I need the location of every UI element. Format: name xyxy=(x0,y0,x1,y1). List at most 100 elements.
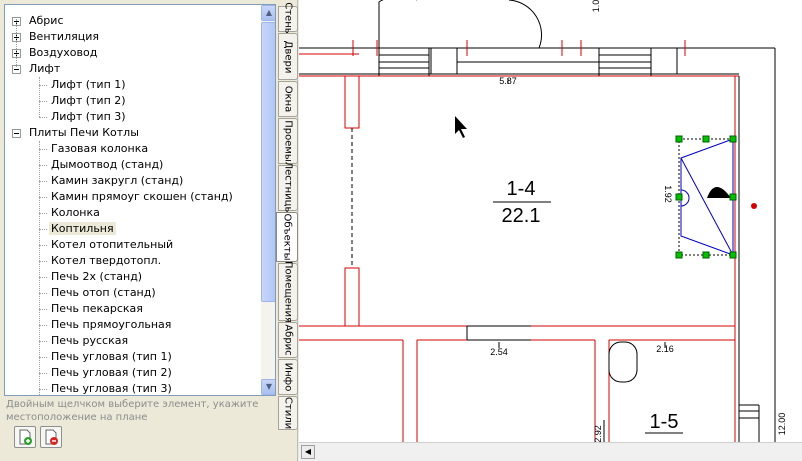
room-number: 1-4 xyxy=(507,178,536,200)
tree-item-label: Печь угловая (тип 1) xyxy=(51,350,172,363)
object-tree[interactable]: Абрис Вентиляция Воздуховод Лифт Лифт (тип 1… xyxy=(5,5,259,395)
remove-object-button[interactable] xyxy=(40,426,62,448)
tree-item-label: Абрис xyxy=(29,14,64,27)
rotation-handle[interactable] xyxy=(751,203,757,209)
dimension-bottom-left: 2.92 xyxy=(593,425,603,442)
dimension-top-right: 1.0 xyxy=(591,0,601,12)
mouse-cursor-icon xyxy=(455,116,467,138)
tab-label: Инфо xyxy=(282,362,294,392)
scroll-up-button[interactable]: ▲ xyxy=(261,5,275,21)
dimension-left-bottom: 2.54 xyxy=(490,347,508,357)
tree-item-label: Плиты Печи Котлы xyxy=(29,126,139,139)
app-window: Абрис Вентиляция Воздуховод Лифт Лифт (тип 1… xyxy=(0,0,802,461)
tree-item[interactable]: Камин прямоуг скошен (станд) xyxy=(39,189,235,205)
tree-item[interactable]: Печь отоп (станд) xyxy=(39,285,158,301)
tree-item-label: Печь прямоугольная xyxy=(51,318,172,331)
tree-item-label: Вентиляция xyxy=(29,30,99,43)
tree-group[interactable]: Абрис xyxy=(12,13,66,29)
tree-item-label: Печь пекарская xyxy=(51,302,143,315)
tree-item-label: Дымоотвод (станд) xyxy=(51,158,164,171)
tree-item[interactable]: Печь 2х (станд) xyxy=(39,269,144,285)
scroll-down-button[interactable]: ▼ xyxy=(261,379,275,395)
tree-item[interactable]: Печь пекарская xyxy=(39,301,145,317)
tab-7[interactable]: Помещения xyxy=(278,261,298,323)
add-icon xyxy=(19,429,32,445)
dimension-object: 1.92 xyxy=(663,185,673,203)
tree-item[interactable]: Печь русская xyxy=(39,333,130,349)
tree-item[interactable]: Газовая колонка xyxy=(39,141,150,157)
tab-4[interactable]: Проемы xyxy=(278,118,298,164)
remove-icon xyxy=(45,429,58,445)
add-object-button[interactable] xyxy=(14,426,36,448)
tree-item[interactable]: Котел отопительный xyxy=(39,237,175,253)
objects-panel: Абрис Вентиляция Воздуховод Лифт Лифт (тип 1… xyxy=(0,0,278,461)
tree-item-label: Коптильня xyxy=(49,222,116,235)
tree-item[interactable]: Печь прямоугольная xyxy=(39,317,173,333)
canvas-horizontal-scrollbar[interactable]: ◀ xyxy=(299,442,802,461)
tab-8[interactable]: Абрис xyxy=(278,322,298,358)
tree-item[interactable]: Камин закругл (станд) xyxy=(39,173,185,189)
floor-plan-drawing: 5.87 2.54 2.16 1-4 22.1 1-5 1.92 12.00 1… xyxy=(299,0,787,442)
tab-label: Стили xyxy=(282,396,294,430)
collapse-icon[interactable] xyxy=(12,129,21,138)
tree-item[interactable]: Печь угловая (тип 1) xyxy=(39,349,174,365)
tab-5[interactable]: Лестницы xyxy=(278,162,298,214)
tab-label: Объекты xyxy=(281,213,293,261)
tree-item-label: Камин прямоуг скошен (станд) xyxy=(51,190,233,203)
tab-9[interactable]: Инфо xyxy=(278,359,298,395)
tree-group[interactable]: Плиты Печи Котлы xyxy=(12,125,141,141)
tree-item[interactable]: Дымоотвод (станд) xyxy=(39,157,165,173)
tree-item[interactable]: Лифт (тип 1) xyxy=(39,77,128,93)
tab-1[interactable]: Стены xyxy=(278,2,298,36)
tree-item-label: Камин закругл (станд) xyxy=(51,174,184,187)
room-area: 22.1 xyxy=(502,205,541,227)
tree-item-label: Котел отопительный xyxy=(51,238,174,251)
tree-item-label: Печь угловая (тип 2) xyxy=(51,366,172,379)
tree-item-label: Лифт (тип 2) xyxy=(51,94,126,107)
tree-scrollbar[interactable]: ▲ ▼ xyxy=(261,5,275,395)
scroll-thumb[interactable] xyxy=(261,22,275,302)
tab-3[interactable]: Окна xyxy=(278,81,298,117)
tab-6[interactable]: Объекты xyxy=(276,212,298,262)
tree-item-label: Печь русская xyxy=(51,334,129,347)
tab-label: Помещения xyxy=(282,261,294,323)
tab-10[interactable]: Стили xyxy=(278,396,298,430)
tree-item[interactable]: Котел твердотопл. xyxy=(39,253,163,269)
tab-label: Двери xyxy=(282,40,294,73)
door-arc xyxy=(508,0,543,49)
tree-group[interactable]: Воздуховод xyxy=(12,45,99,61)
room-number-second: 1-5 xyxy=(650,411,679,433)
dimension-top: 5.87 xyxy=(499,76,517,86)
tab-label: Лестницы xyxy=(282,161,294,215)
tree-item[interactable]: Печь угловая (тип 3) xyxy=(39,381,174,395)
tree-item[interactable]: Лифт (тип 2) xyxy=(39,93,128,109)
tree-view-frame: Абрис Вентиляция Воздуховод Лифт Лифт (тип 1… xyxy=(4,4,276,396)
tab-label: Абрис xyxy=(282,324,294,356)
tree-item-label: Газовая колонка xyxy=(51,142,149,155)
tab-2[interactable]: Двери xyxy=(278,33,298,80)
tree-item-label: Печь угловая (тип 3) xyxy=(51,382,172,395)
tree-item[interactable]: Лифт (тип 3) xyxy=(39,109,128,125)
usage-hint: Двойным щелчком выберите элемент, укажит… xyxy=(6,399,259,423)
tool-tabs: Стены Двери Окна Проемы Лестницы Объекты Помещ… xyxy=(276,0,298,461)
tree-item-label: Лифт (тип 1) xyxy=(51,78,126,91)
tab-label: Проемы xyxy=(282,120,294,162)
tree-item-label: Лифт (тип 3) xyxy=(51,110,126,123)
tree-item-label: Колонка xyxy=(51,206,100,219)
tree-item-label: Воздуховод xyxy=(29,46,98,59)
tree-item-label: Лифт xyxy=(29,62,61,75)
tree-group[interactable]: Вентиляция xyxy=(12,29,101,45)
tree-item-label: Печь 2х (станд) xyxy=(51,270,143,283)
tab-label: Стены xyxy=(282,2,294,36)
object-symbol xyxy=(707,187,731,198)
door-arc xyxy=(378,0,417,48)
scroll-left-button[interactable]: ◀ xyxy=(301,445,315,459)
tree-item[interactable]: Коптильня xyxy=(39,221,116,237)
dimension-right-bottom: 2.16 xyxy=(656,344,674,354)
dimension-right-edge: 12.00 xyxy=(777,413,787,436)
floor-plan-canvas[interactable]: 5.87 2.54 2.16 1-4 22.1 1-5 1.92 12.00 1… xyxy=(299,0,802,442)
tree-group[interactable]: Лифт xyxy=(12,61,62,77)
tree-item[interactable]: Колонка xyxy=(39,205,102,221)
tab-label: Окна xyxy=(282,85,294,113)
tree-item[interactable]: Печь угловая (тип 2) xyxy=(39,365,174,381)
